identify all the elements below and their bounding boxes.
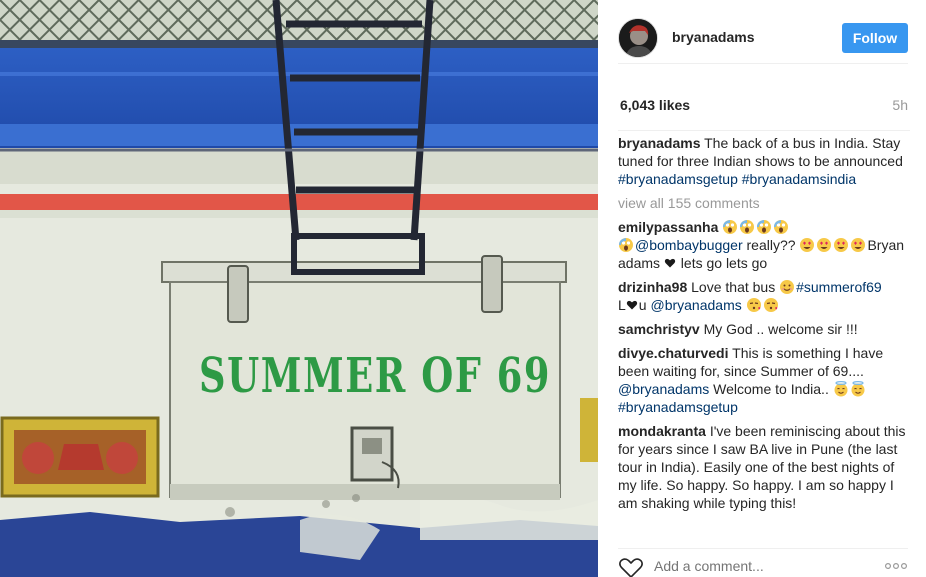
comment-username[interactable]: divye.chaturvedi [618, 345, 729, 361]
comment-username[interactable]: mondakranta [618, 423, 706, 439]
caption-username[interactable]: bryanadams [618, 135, 700, 151]
kissing-heart-emoji-icon [763, 298, 778, 312]
comment: samchristyv My God .. welcome sir !!! [618, 320, 910, 338]
comment-bar [618, 548, 908, 577]
comment-text: My God .. welcome sir !!! [703, 321, 858, 337]
comment-text: lets go lets go [676, 255, 768, 271]
heart-eyes-emoji-icon [817, 238, 832, 252]
heart-eyes-emoji-icon [851, 238, 866, 252]
mention-link[interactable]: @bryanadams [650, 297, 741, 313]
comment: mondakranta I've been reminiscing about … [618, 422, 910, 512]
comment-username[interactable]: emilypassanha [618, 219, 718, 235]
mention-link[interactable]: @bombaybugger [635, 237, 743, 253]
comment-text: Love that bus [691, 279, 780, 295]
comment: divye.chaturvedi This is something I hav… [618, 344, 910, 416]
black-heart-icon [664, 258, 676, 268]
comment-text: really?? [742, 237, 800, 253]
post-sidebar: bryanadams Follow 6,043 likes 5h bryanad… [598, 0, 926, 577]
comment-username[interactable]: drizinha98 [618, 279, 687, 295]
comment: drizinha98 Love that bus #summerof69 Lu … [618, 278, 910, 314]
scream-emoji-icon [774, 220, 789, 234]
smile-emoji-icon [780, 280, 795, 294]
heart-eyes-emoji-icon [800, 238, 815, 252]
username-link[interactable]: bryanadams [672, 29, 754, 45]
likes-row: 6,043 likes 5h [618, 96, 908, 116]
scream-emoji-icon [619, 238, 633, 252]
black-heart-icon [626, 300, 637, 310]
post-timestamp[interactable]: 5h [892, 97, 908, 113]
more-options-icon[interactable] [884, 562, 908, 570]
innocent-emoji-icon [851, 381, 865, 397]
view-all-comments-link[interactable]: view all 155 comments [618, 194, 910, 212]
comment-text: u [638, 297, 651, 313]
avatar[interactable] [618, 18, 658, 58]
comment-text: Welcome to India.. [709, 381, 833, 397]
hashtag-link[interactable]: #bryanadamsindia [742, 171, 856, 187]
comment-text: L [618, 297, 626, 313]
scream-emoji-icon [723, 220, 738, 234]
likes-count[interactable]: 6,043 likes [620, 97, 690, 113]
post-header: bryanadams Follow [618, 14, 908, 64]
bus-painted-text: SUMMER OF 69 [199, 348, 551, 404]
innocent-emoji-icon [834, 381, 848, 397]
post-photo[interactable]: SUMMER OF 69 [0, 0, 598, 577]
follow-button[interactable]: Follow [842, 23, 908, 53]
hashtag-link[interactable]: #summerof69 [796, 279, 882, 295]
comment: emilypassanha @bombaybugger really?? Bry… [618, 218, 910, 272]
scream-emoji-icon [757, 220, 772, 234]
add-comment-input[interactable] [654, 558, 854, 574]
heart-eyes-emoji-icon [834, 238, 849, 252]
kissing-heart-emoji-icon [746, 298, 761, 312]
comment-username[interactable]: samchristyv [618, 321, 700, 337]
heart-outline-icon[interactable] [618, 557, 644, 577]
hashtag-link[interactable]: #bryanadamsgetup [618, 171, 738, 187]
hashtag-link[interactable]: #bryanadamsgetup [618, 399, 738, 415]
mention-link[interactable]: @bryanadams [618, 381, 709, 397]
comments-list[interactable]: bryanadams The back of a bus in India. S… [618, 130, 910, 532]
caption: bryanadams The back of a bus in India. S… [618, 134, 910, 188]
scream-emoji-icon [740, 220, 755, 234]
